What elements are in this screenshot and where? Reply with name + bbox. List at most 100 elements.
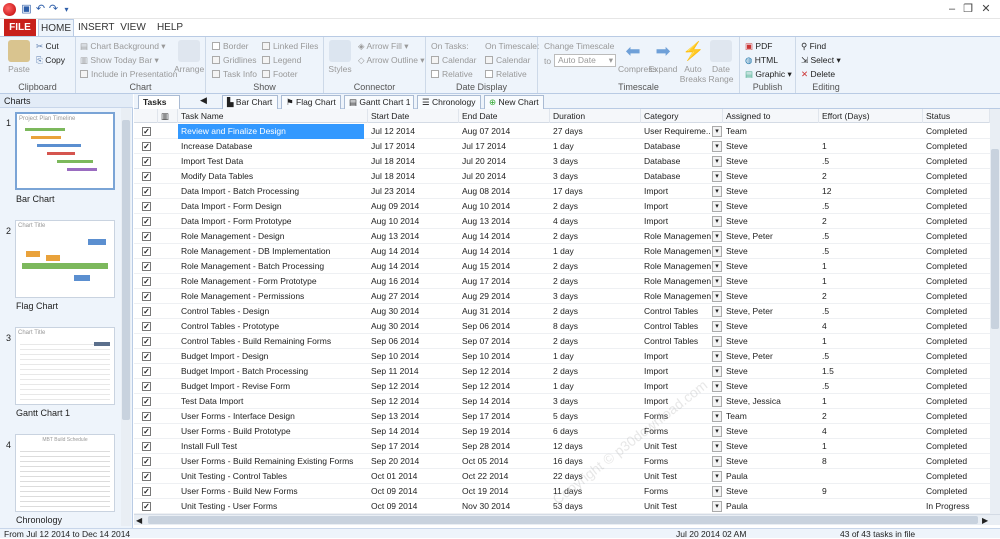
end-date-cell[interactable]: Oct 05 2014 xyxy=(459,454,550,469)
col-start-date[interactable]: Start Date xyxy=(368,109,459,123)
duration-cell[interactable]: 2 days xyxy=(550,274,641,289)
cut-button[interactable]: ✂ Cut xyxy=(36,40,59,52)
start-date-cell[interactable]: Sep 06 2014 xyxy=(368,334,459,349)
effort-cell[interactable]: 8 xyxy=(819,454,923,469)
timescale-relative-checkbox[interactable]: Relative xyxy=(485,68,527,80)
assigned-cell[interactable]: Paula xyxy=(723,469,819,484)
task-name-cell[interactable]: Budget Import - Revise Form xyxy=(178,379,368,394)
chart-background-dropdown[interactable]: ▤ Chart Background ▾ xyxy=(80,40,166,52)
task-name-cell[interactable]: Control Tables - Prototype xyxy=(178,319,368,334)
styles-button[interactable]: Styles xyxy=(326,40,354,74)
category-cell[interactable]: Role Management xyxy=(641,259,711,274)
start-date-cell[interactable]: Jul 23 2014 xyxy=(368,184,459,199)
assigned-cell[interactable]: Steve xyxy=(723,214,819,229)
start-date-cell[interactable]: Aug 13 2014 xyxy=(368,229,459,244)
attachment-col-header[interactable]: ▥ xyxy=(158,109,178,123)
status-cell[interactable]: Completed xyxy=(923,139,990,154)
scroll-left-icon[interactable]: ◀ xyxy=(136,516,142,525)
charts-panel-scrollbar[interactable] xyxy=(121,108,131,526)
end-date-cell[interactable]: Sep 19 2014 xyxy=(459,424,550,439)
category-dropdown-icon[interactable]: ▾ xyxy=(712,336,722,347)
row-checkbox[interactable]: ✓ xyxy=(142,262,151,271)
thumb-chronology[interactable]: MBT Build Schedule xyxy=(15,434,115,512)
status-cell[interactable]: Completed xyxy=(923,334,990,349)
table-row[interactable]: ✓ Unit Testing - Control Tables Oct 01 201… xyxy=(134,469,990,484)
task-name-cell[interactable]: Budget Import - Design xyxy=(178,349,368,364)
row-checkbox[interactable]: ✓ xyxy=(142,202,151,211)
effort-cell[interactable]: 1 xyxy=(819,334,923,349)
duration-cell[interactable]: 1 day xyxy=(550,379,641,394)
table-row[interactable]: ✓ User Forms - Build Prototype Sep 14 2014… xyxy=(134,424,990,439)
end-date-cell[interactable]: Aug 14 2014 xyxy=(459,229,550,244)
task-name-cell[interactable]: User Forms - Interface Design xyxy=(178,409,368,424)
effort-cell[interactable]: 1.5 xyxy=(819,364,923,379)
table-row[interactable]: ✓ Data Import - Batch Processing Jul 23 20… xyxy=(134,184,990,199)
tab-home[interactable]: HOME xyxy=(38,19,74,36)
table-row[interactable]: ✓ Data Import - Form Design Aug 09 2014 Aug… xyxy=(134,199,990,214)
duration-cell[interactable]: 2 days xyxy=(550,199,641,214)
category-cell[interactable]: Unit Test xyxy=(641,469,711,484)
start-date-cell[interactable]: Sep 12 2014 xyxy=(368,394,459,409)
duration-cell[interactable]: 2 days xyxy=(550,334,641,349)
table-row[interactable]: ✓ Import Test Data Jul 18 2014 Jul 20 2014 3… xyxy=(134,154,990,169)
task-name-cell[interactable]: Data Import - Batch Processing xyxy=(178,184,368,199)
row-checkbox[interactable]: ✓ xyxy=(142,142,151,151)
task-name-cell[interactable]: Role Management - Batch Processing xyxy=(178,259,368,274)
start-date-cell[interactable]: Sep 14 2014 xyxy=(368,424,459,439)
row-checkbox[interactable]: ✓ xyxy=(142,412,151,421)
category-dropdown-icon[interactable]: ▾ xyxy=(712,231,722,242)
category-cell[interactable]: Database xyxy=(641,154,711,169)
tab-file[interactable]: FILE xyxy=(4,19,36,36)
effort-cell[interactable]: 4 xyxy=(819,319,923,334)
status-cell[interactable]: Completed xyxy=(923,169,990,184)
start-date-cell[interactable]: Aug 10 2014 xyxy=(368,214,459,229)
assigned-cell[interactable]: Steve xyxy=(723,184,819,199)
category-dropdown-icon[interactable]: ▾ xyxy=(712,126,722,137)
undo-icon[interactable]: ↶ xyxy=(34,3,47,16)
end-date-cell[interactable]: Aug 10 2014 xyxy=(459,199,550,214)
effort-cell[interactable]: 1 xyxy=(819,274,923,289)
tab-gantt-chart[interactable]: ▤ Gantt Chart 1 xyxy=(344,95,414,109)
task-name-cell[interactable]: Role Management - Form Prototype xyxy=(178,274,368,289)
task-name-cell[interactable]: Budget Import - Batch Processing xyxy=(178,364,368,379)
end-date-cell[interactable]: Jul 20 2014 xyxy=(459,169,550,184)
expand-button[interactable]: ➡ Expand xyxy=(648,40,678,74)
category-cell[interactable]: Unit Test xyxy=(641,439,711,454)
html-button[interactable]: ◍ HTML xyxy=(745,54,778,66)
tab-insert[interactable]: INSERT xyxy=(78,19,115,36)
assigned-cell[interactable]: Steve xyxy=(723,289,819,304)
tasks-calendar-checkbox[interactable]: Calendar xyxy=(431,54,477,66)
task-name-cell[interactable]: Control Tables - Build Remaining Forms xyxy=(178,334,368,349)
status-cell[interactable]: Completed xyxy=(923,259,990,274)
tab-scroll-left-icon[interactable]: ◀ xyxy=(200,95,207,106)
col-duration[interactable]: Duration xyxy=(550,109,641,123)
start-date-cell[interactable]: Sep 20 2014 xyxy=(368,454,459,469)
effort-cell[interactable]: 1 xyxy=(819,139,923,154)
start-date-cell[interactable]: Sep 12 2014 xyxy=(368,379,459,394)
close-button[interactable]: ✕ xyxy=(978,2,994,16)
category-cell[interactable]: Import xyxy=(641,214,711,229)
duration-cell[interactable]: 2 days xyxy=(550,229,641,244)
end-date-cell[interactable]: Oct 19 2014 xyxy=(459,484,550,499)
col-assigned-to[interactable]: Assigned to xyxy=(723,109,819,123)
assigned-cell[interactable]: Team xyxy=(723,409,819,424)
task-name-cell[interactable]: Unit Testing - User Forms xyxy=(178,499,368,514)
task-name-cell[interactable]: Test Data Import xyxy=(178,394,368,409)
assigned-cell[interactable]: Steve xyxy=(723,424,819,439)
row-checkbox[interactable]: ✓ xyxy=(142,397,151,406)
start-date-cell[interactable]: Sep 13 2014 xyxy=(368,409,459,424)
table-row[interactable]: ✓ Modify Data Tables Jul 18 2014 Jul 20 201… xyxy=(134,169,990,184)
table-row[interactable]: ✓ Install Full Test Sep 17 2014 Sep 28 2014… xyxy=(134,439,990,454)
category-cell[interactable]: Role Management xyxy=(641,244,711,259)
grid-horizontal-scrollbar[interactable]: ◀ ▶ xyxy=(134,514,1000,525)
row-checkbox[interactable]: ✓ xyxy=(142,457,151,466)
assigned-cell[interactable]: Steve xyxy=(723,484,819,499)
duration-cell[interactable]: 1 day xyxy=(550,244,641,259)
effort-cell[interactable]: 1 xyxy=(819,394,923,409)
task-name-cell[interactable]: Data Import - Form Design xyxy=(178,199,368,214)
end-date-cell[interactable]: Aug 31 2014 xyxy=(459,304,550,319)
start-date-cell[interactable]: Sep 17 2014 xyxy=(368,439,459,454)
scroll-thumb[interactable] xyxy=(122,120,130,420)
table-row[interactable]: ✓ Control Tables - Prototype Aug 30 2014 Se… xyxy=(134,319,990,334)
assigned-cell[interactable]: Team xyxy=(723,124,819,139)
